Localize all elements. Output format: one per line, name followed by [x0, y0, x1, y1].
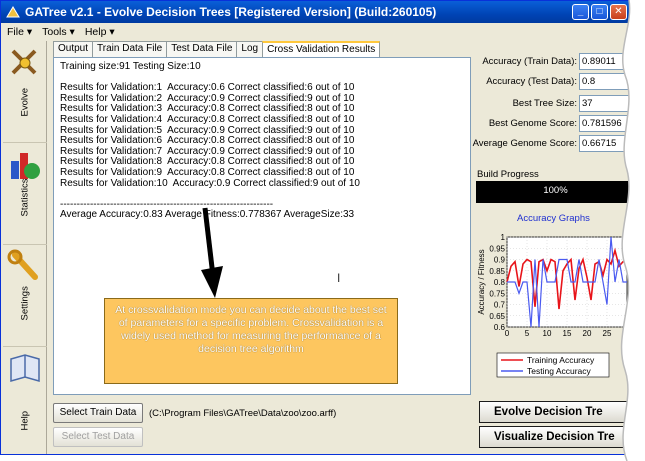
- y-tick-label: 0.8: [494, 278, 506, 287]
- select-test-data-button[interactable]: Select Test Data: [53, 427, 143, 447]
- x-tick-label: 20: [583, 329, 592, 338]
- x-tick-label: 5: [525, 329, 530, 338]
- results-line: Results for Validation:9 Accuracy:0.8 Co…: [60, 166, 355, 178]
- y-tick-label: 0.7: [494, 301, 506, 310]
- torn-edge: [620, 0, 645, 461]
- annotation-callout: At crossvalidation mode you can decide a…: [104, 298, 398, 384]
- tab-output[interactable]: Output: [53, 41, 94, 57]
- y-tick-label: 0.65: [489, 312, 505, 321]
- x-tick-label: 0: [505, 329, 510, 338]
- results-line: Average Accuracy:0.83 Average Fitness:0.…: [60, 209, 355, 221]
- x-tick-label: 10: [543, 329, 552, 338]
- sidebar-item-help[interactable]: Help: [3, 347, 47, 449]
- train-data-path: (C:\Program Files\GATree\Data\zoo\zoo.ar…: [149, 408, 337, 419]
- menu-help[interactable]: Help ▾: [85, 26, 115, 38]
- stat-label: Accuracy (Test Data):: [486, 76, 577, 87]
- accuracy-graphs-link[interactable]: Accuracy Graphs: [517, 213, 590, 224]
- minimize-button[interactable]: _: [572, 4, 589, 20]
- sidebar-item-label: Evolve: [19, 87, 31, 117]
- stat-label: Accuracy (Train Data):: [482, 56, 577, 67]
- tab-cross-validation-results[interactable]: Cross Validation Results: [262, 41, 381, 58]
- y-tick-label: 0.75: [489, 289, 505, 298]
- stat-label: Best Genome Score:: [488, 118, 577, 129]
- sidebar-item-evolve[interactable]: Evolve: [3, 41, 47, 143]
- app-window: GATree v2.1 - Evolve Decision Trees [Reg…: [0, 0, 634, 455]
- menu-bar: File ▾ Tools ▾ Help ▾: [1, 23, 633, 40]
- x-tick-label: 15: [563, 329, 572, 338]
- y-tick-label: 1: [501, 233, 506, 242]
- stat-label: Average Genome Score:: [472, 138, 577, 149]
- tab-strip: Output Train Data File Test Data File Lo…: [53, 41, 381, 58]
- text-cursor-icon: I: [337, 271, 341, 285]
- build-progress-label: Build Progress: [477, 169, 539, 180]
- legend-entry: Testing Accuracy: [527, 366, 592, 376]
- sidebar-item-label: Settings: [19, 286, 31, 321]
- sidebar: Evolve Statistics Settings Help: [3, 41, 47, 454]
- app-icon: [6, 6, 20, 18]
- y-tick-label: 0.85: [489, 267, 505, 276]
- results-line: Training size:91 Testing Size:10: [60, 61, 201, 72]
- sidebar-item-statistics[interactable]: Statistics: [3, 143, 47, 245]
- y-axis-label: Accuracy / Fitness: [477, 249, 486, 314]
- evolve-icon: [11, 49, 37, 75]
- sidebar-item-label: Statistics: [19, 178, 31, 217]
- results-line: Results for Validation:4 Accuracy:0.8 Co…: [60, 113, 355, 125]
- wrench-icon: [7, 249, 38, 280]
- tab-log[interactable]: Log: [236, 41, 264, 57]
- window-title: GATree v2.1 - Evolve Decision Trees [Reg…: [25, 5, 437, 19]
- sidebar-item-settings[interactable]: Settings: [3, 245, 47, 347]
- legend-entry: Training Accuracy: [527, 355, 595, 365]
- help-book-icon: [10, 354, 40, 382]
- menu-tools[interactable]: Tools ▾: [42, 26, 75, 38]
- annotation-arrow: [201, 207, 223, 298]
- results-line: Results for Validation:10 Accuracy:0.9 C…: [60, 177, 360, 189]
- select-train-data-button[interactable]: Select Train Data: [53, 403, 143, 423]
- menu-file[interactable]: File ▾: [7, 26, 32, 38]
- tab-train-data-file[interactable]: Train Data File: [92, 41, 168, 57]
- title-bar[interactable]: GATree v2.1 - Evolve Decision Trees [Reg…: [1, 1, 633, 23]
- y-tick-label: 0.9: [494, 256, 506, 265]
- stat-label: Best Tree Size:: [512, 98, 577, 109]
- y-tick-label: 0.95: [489, 244, 505, 253]
- tab-test-data-file[interactable]: Test Data File: [166, 41, 238, 57]
- sidebar-item-label: Help: [19, 410, 31, 431]
